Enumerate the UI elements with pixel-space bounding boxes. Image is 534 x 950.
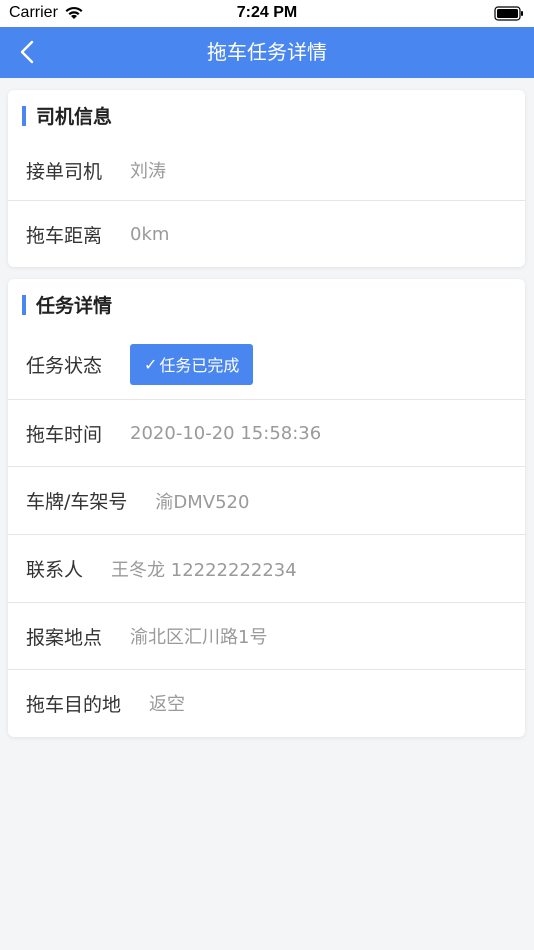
- task-detail-header: 任务详情: [8, 279, 525, 329]
- contact-row: 联系人 王冬龙 12222222234: [8, 535, 525, 603]
- task-status-value: 任务已完成: [159, 356, 240, 375]
- driver-name-value: 刘涛: [130, 161, 167, 182]
- plate-number-value: 渝DMV520: [155, 491, 250, 513]
- plate-number-label: 车牌/车架号: [26, 491, 128, 513]
- status-bar: Carrier 7:24 PM: [0, 0, 534, 27]
- driver-info-card: 司机信息 接单司机 刘涛 拖车距离 0km: [8, 90, 525, 267]
- tow-destination-row: 拖车目的地 返空: [8, 670, 525, 736]
- report-location-value: 渝北区汇川路1号: [130, 627, 268, 648]
- contact-label: 联系人: [26, 559, 84, 581]
- back-chevron-icon[interactable]: [14, 37, 44, 67]
- section-accent-bar: [22, 295, 26, 315]
- contact-value: 王冬龙 12222222234: [111, 559, 297, 581]
- battery-icon: [494, 6, 523, 21]
- task-status-row: 任务状态 ✓ 任务已完成: [8, 329, 525, 400]
- driver-name-row: 接单司机 刘涛: [8, 140, 525, 201]
- tow-time-row: 拖车时间 2020-10-20 15:58:36: [8, 400, 525, 467]
- tow-distance-value: 0km: [130, 223, 170, 245]
- task-status-label: 任务状态: [26, 354, 103, 377]
- driver-info-title: 司机信息: [36, 105, 113, 128]
- section-accent-bar: [22, 106, 26, 126]
- report-location-row: 报案地点 渝北区汇川路1号: [8, 603, 525, 670]
- task-detail-card: 任务详情 任务状态 ✓ 任务已完成 拖车时间 2020-10-20 15:58:…: [8, 279, 525, 737]
- task-status-badge: ✓ 任务已完成: [130, 343, 254, 385]
- tow-time-value: 2020-10-20 15:58:36: [130, 422, 322, 444]
- tow-destination-label: 拖车目的地: [26, 693, 122, 716]
- tow-distance-label: 拖车距离: [26, 224, 103, 247]
- page-title: 拖车任务详情: [207, 40, 327, 64]
- driver-info-header: 司机信息: [8, 90, 525, 140]
- plate-number-row: 车牌/车架号 渝DMV520: [8, 467, 525, 535]
- clock: 7:24 PM: [236, 4, 298, 21]
- report-location-label: 报案地点: [26, 626, 103, 649]
- driver-name-label: 接单司机: [26, 160, 103, 183]
- tow-time-label: 拖车时间: [26, 423, 103, 446]
- check-icon: ✓: [144, 354, 158, 374]
- task-detail-title: 任务详情: [36, 294, 113, 317]
- navigation-bar: 拖车任务详情: [0, 27, 534, 78]
- tow-distance-row: 拖车距离 0km: [8, 201, 525, 267]
- tow-destination-value: 返空: [149, 694, 186, 715]
